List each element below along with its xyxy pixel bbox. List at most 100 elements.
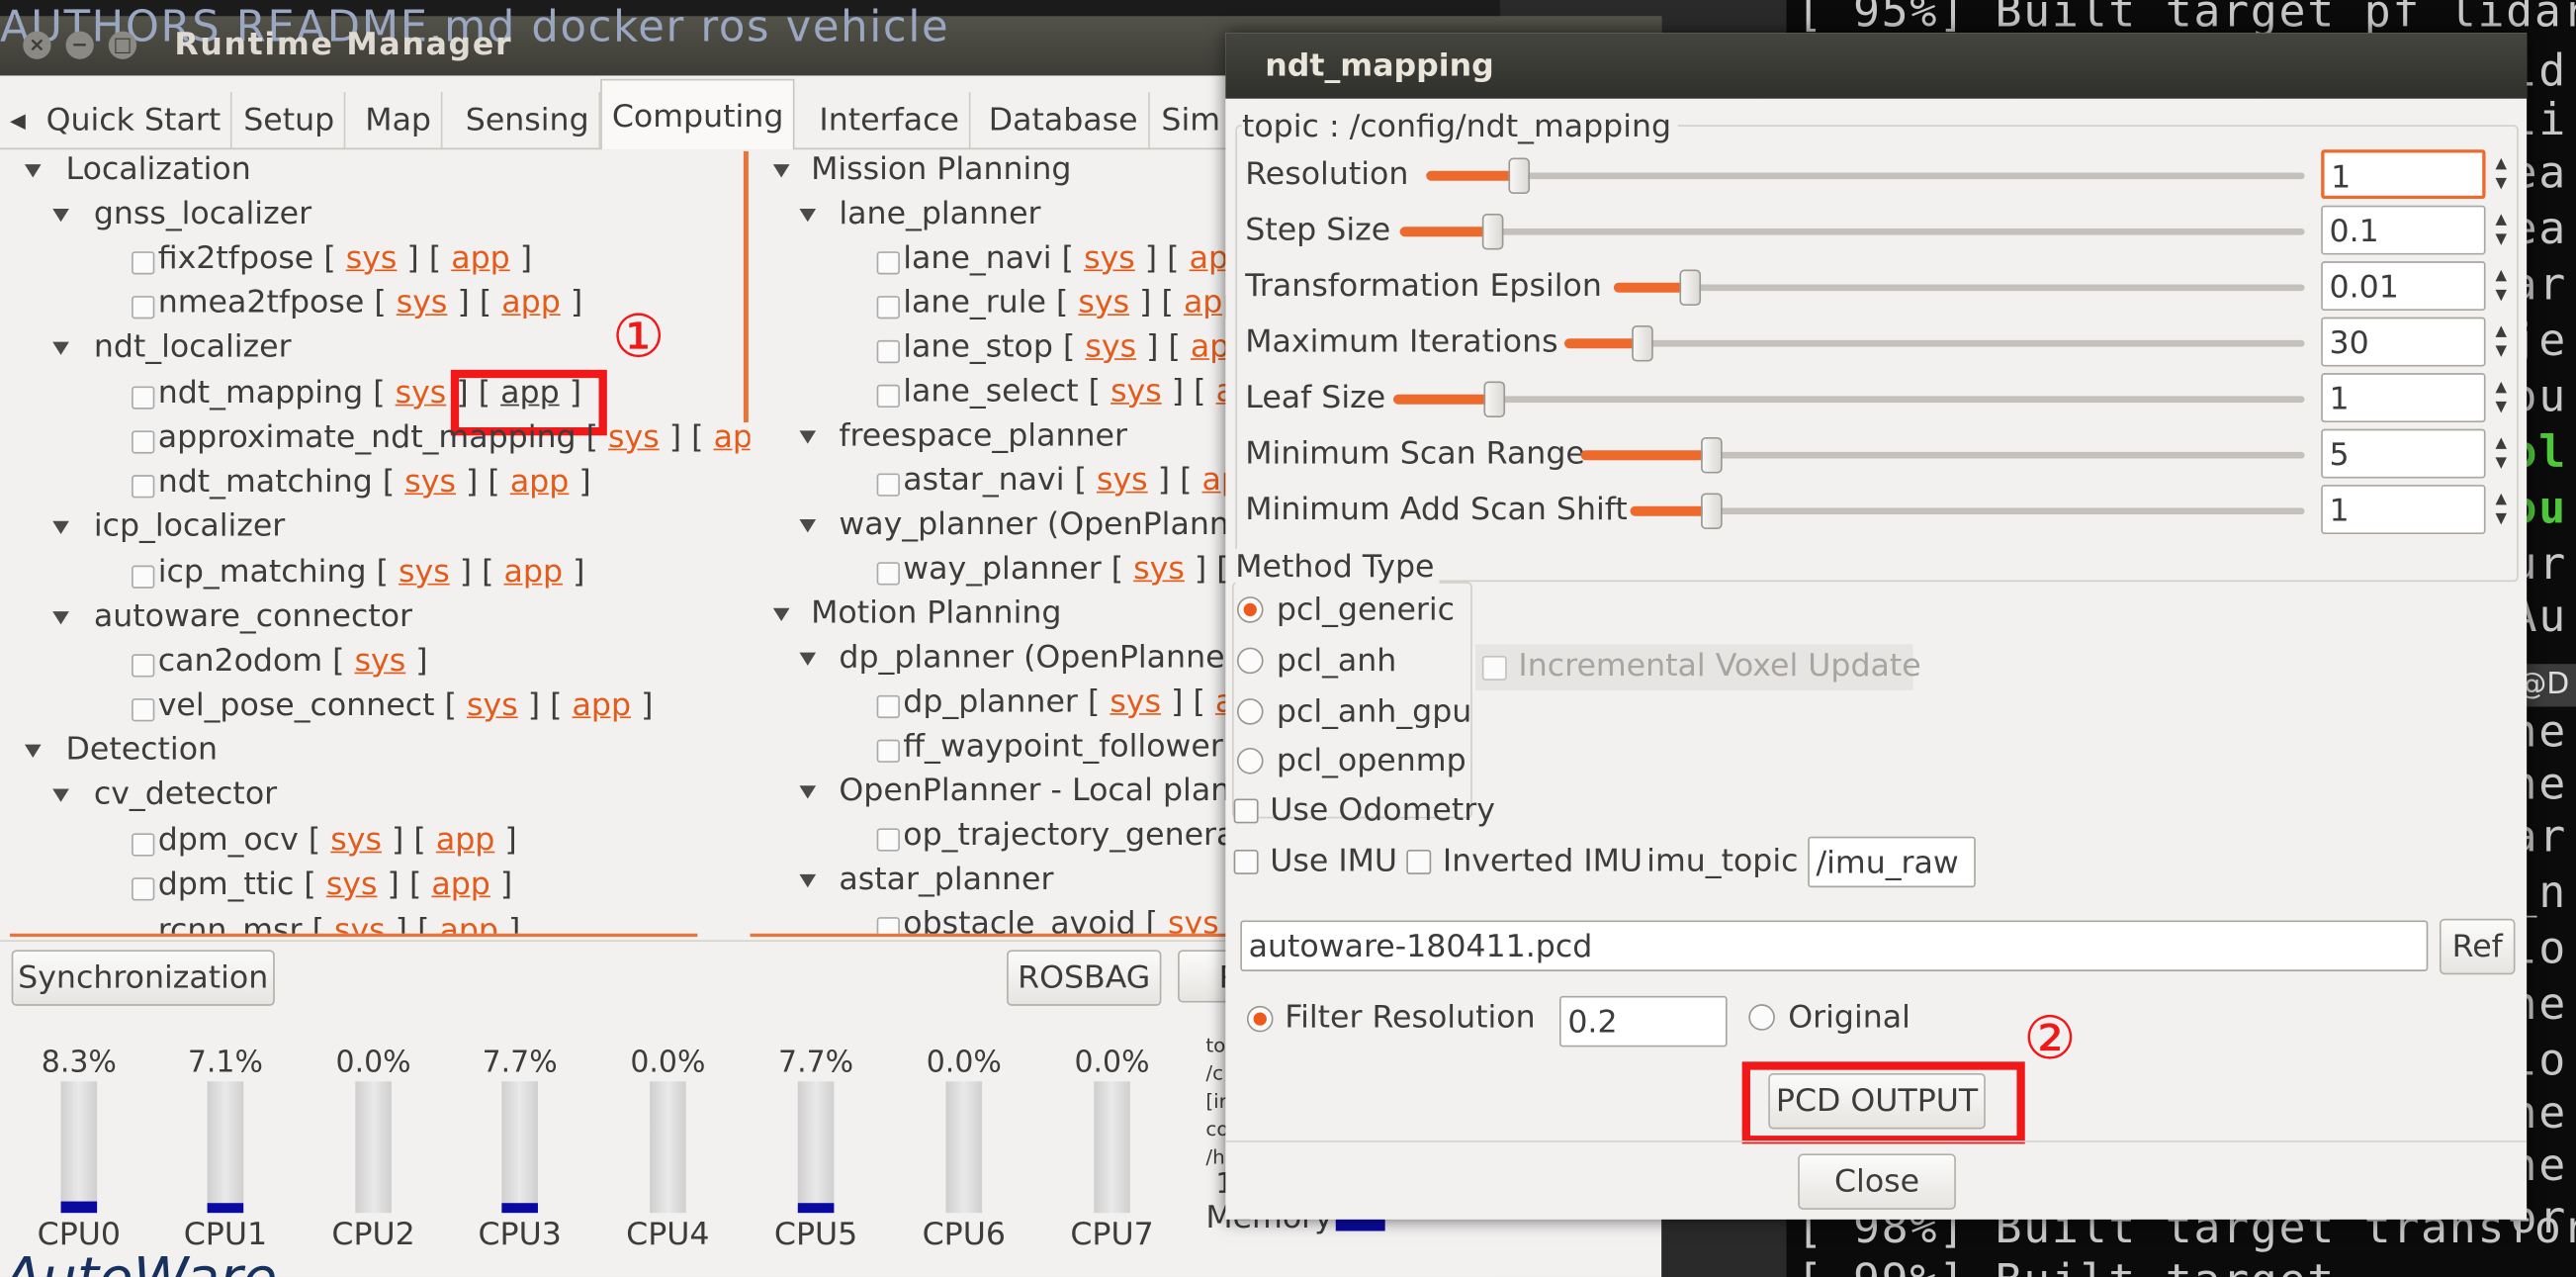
tab-interface[interactable]: Interface xyxy=(809,92,971,148)
expand-arrow-icon[interactable] xyxy=(799,209,817,223)
sys-link[interactable]: sys xyxy=(397,284,448,320)
spin-down-icon[interactable]: ▼ xyxy=(2496,398,2508,417)
maximize-icon[interactable]: □ xyxy=(108,31,137,59)
method-option[interactable]: pcl_generic xyxy=(1277,592,1455,628)
sys-link[interactable]: sys xyxy=(399,554,450,591)
checkbox-astar-navi[interactable] xyxy=(876,473,900,497)
transformation-epsilon-input[interactable]: 0.01 xyxy=(2321,261,2486,312)
spin-down-icon[interactable]: ▼ xyxy=(2496,342,2508,362)
minimum-add-scan-shift-input[interactable]: 1 xyxy=(2321,485,2486,534)
sys-link[interactable]: sys xyxy=(1168,905,1219,933)
spin-up-icon[interactable]: ▲ xyxy=(2496,490,2508,509)
scrollbar-horizontal-right[interactable] xyxy=(750,933,1227,938)
tab-computing[interactable]: Computing xyxy=(600,78,796,150)
method-option[interactable]: pcl_anh xyxy=(1277,643,1396,680)
filter-resolution-input[interactable]: 0.2 xyxy=(1558,995,1728,1048)
maximum-iterations-input[interactable]: 30 xyxy=(2321,317,2486,367)
spin-up-icon[interactable]: ▲ xyxy=(2496,378,2508,398)
checkbox-approximate-ndt-mapping[interactable] xyxy=(132,430,155,454)
app-link[interactable]: app xyxy=(501,284,560,320)
sys-link[interactable]: sys xyxy=(608,419,660,456)
imu-topic-input[interactable]: /imu_raw xyxy=(1808,836,1976,888)
expand-arrow-icon[interactable] xyxy=(52,611,69,625)
checkbox-ndt-mapping[interactable] xyxy=(132,386,155,410)
checkbox-ndt-matching[interactable] xyxy=(132,475,155,499)
spin-up-icon[interactable]: ▲ xyxy=(2496,154,2508,174)
tab-simulation[interactable]: Sim xyxy=(1151,92,1232,148)
checkbox-obstacle-avoid[interactable] xyxy=(876,917,900,934)
slider-minimum-add-scan-shift[interactable] xyxy=(1630,493,2305,530)
sys-link[interactable]: sys xyxy=(1085,328,1136,365)
checkbox-use-imu[interactable] xyxy=(1233,849,1259,874)
checkbox-vel-pose-connect[interactable] xyxy=(132,698,155,722)
synchronization-button[interactable]: Synchronization xyxy=(11,950,275,1006)
close-icon[interactable]: × xyxy=(23,31,51,59)
step-size-input[interactable]: 0.1 xyxy=(2321,205,2486,255)
checkbox-op-trajectory[interactable] xyxy=(876,828,900,852)
spin-up-icon[interactable]: ▲ xyxy=(2496,322,2508,342)
sys-link[interactable]: sys xyxy=(346,240,398,277)
rosbag-button[interactable]: ROSBAG xyxy=(1007,950,1162,1006)
spin-down-icon[interactable]: ▼ xyxy=(2496,509,2508,529)
method-option[interactable]: pcl_openmp xyxy=(1277,743,1466,779)
slider-minimum-scan-range[interactable] xyxy=(1580,436,2305,474)
expand-arrow-icon[interactable] xyxy=(52,209,69,223)
close-button[interactable]: Close xyxy=(1798,1153,1956,1210)
tab-scroll-left-icon[interactable]: ◂ xyxy=(0,92,30,147)
sys-link[interactable]: sys xyxy=(330,822,382,859)
checkbox-dp-planner[interactable] xyxy=(876,694,900,719)
checkbox-incremental-voxel[interactable] xyxy=(1481,655,1507,681)
radio-pcl-openmp[interactable] xyxy=(1236,747,1264,775)
expand-arrow-icon[interactable] xyxy=(799,785,817,799)
app-link[interactable]: app xyxy=(431,867,489,903)
sys-link[interactable]: sys xyxy=(467,687,518,724)
expand-arrow-icon[interactable] xyxy=(52,341,69,355)
leaf-size-input[interactable]: 1 xyxy=(2321,373,2486,423)
sys-link[interactable]: sys xyxy=(396,375,447,411)
checkbox-lane-navi[interactable] xyxy=(876,251,900,275)
checkbox-nmea2tfpose[interactable] xyxy=(132,296,155,319)
expand-arrow-icon[interactable] xyxy=(24,164,42,178)
expand-arrow-icon[interactable] xyxy=(799,652,817,666)
checkbox-inverted-imu[interactable] xyxy=(1406,849,1432,874)
ref-button[interactable]: Ref xyxy=(2439,918,2516,975)
app-link[interactable]: app xyxy=(504,554,563,591)
app-link[interactable]: app xyxy=(436,822,494,859)
method-option[interactable]: pcl_anh_gpu xyxy=(1277,693,1471,730)
minimize-icon[interactable]: − xyxy=(65,31,94,59)
app-link[interactable]: app xyxy=(573,687,631,724)
tab-database[interactable]: Database xyxy=(979,92,1150,148)
slider-transformation-epsilon[interactable] xyxy=(1613,269,2305,307)
checkbox-can2odom[interactable] xyxy=(132,654,155,678)
app-link[interactable]: app xyxy=(714,419,751,456)
expand-arrow-icon[interactable] xyxy=(799,519,817,533)
minimum-scan-range-input[interactable]: 5 xyxy=(2321,428,2486,479)
spin-down-icon[interactable]: ▼ xyxy=(2496,286,2508,306)
checkbox-ff-waypoint-follower[interactable] xyxy=(876,739,900,763)
resolution-input[interactable]: 1 xyxy=(2321,149,2486,200)
scrollbar-horizontal[interactable] xyxy=(9,933,698,938)
app-link[interactable]: app xyxy=(451,240,509,277)
checkbox-way-planner[interactable] xyxy=(876,562,900,586)
sys-link[interactable]: sys xyxy=(404,464,456,501)
spin-down-icon[interactable]: ▼ xyxy=(2496,230,2508,250)
radio-pcl-anh-gpu[interactable] xyxy=(1236,698,1264,725)
sys-link[interactable]: sys xyxy=(1084,240,1135,277)
checkbox-lane-select[interactable] xyxy=(876,384,900,409)
sys-link[interactable]: sys xyxy=(355,643,406,680)
slider-step-size[interactable] xyxy=(1399,213,2305,250)
checkbox-dpm-ttic[interactable] xyxy=(132,877,155,901)
expand-arrow-icon[interactable] xyxy=(52,520,69,534)
expand-arrow-icon[interactable] xyxy=(52,788,69,802)
slider-maximum-iterations[interactable] xyxy=(1563,324,2305,362)
checkbox-dpm-ocv[interactable] xyxy=(132,833,155,857)
sys-link[interactable]: sys xyxy=(1110,684,1161,720)
tab-quick-start[interactable]: Quick Start xyxy=(37,92,232,148)
app-link[interactable]: app xyxy=(1202,462,1227,499)
radio-filter-resolution[interactable] xyxy=(1246,1005,1274,1033)
expand-arrow-icon[interactable] xyxy=(24,744,42,758)
expand-arrow-icon[interactable] xyxy=(799,430,817,444)
radio-original[interactable] xyxy=(1748,1004,1775,1031)
checkbox-lane-rule[interactable] xyxy=(876,296,900,319)
sys-link[interactable]: sys xyxy=(326,867,378,903)
